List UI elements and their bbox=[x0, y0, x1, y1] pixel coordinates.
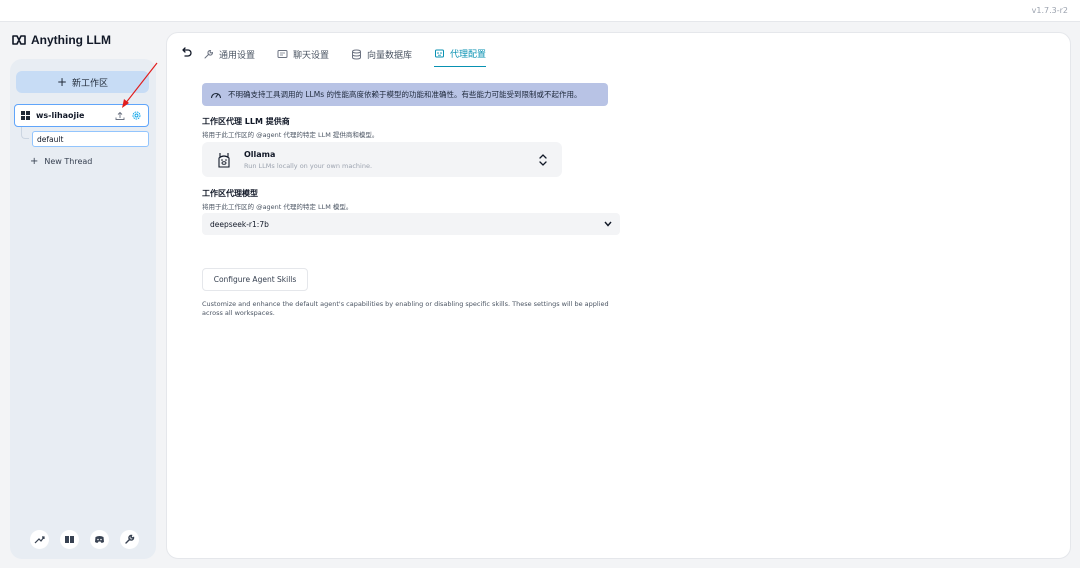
community-hub-icon[interactable] bbox=[30, 530, 49, 549]
chevron-down-icon bbox=[604, 221, 612, 227]
tab-general-settings[interactable]: 通用设置 bbox=[203, 47, 255, 67]
model-section-description: 将用于此工作区的 @agent 代理的特定 LLM 模型。 bbox=[202, 203, 353, 211]
gauge-icon bbox=[210, 92, 222, 98]
provider-section-description: 将用于此工作区的 @agent 代理的特定 LLM 提供商和模型。 bbox=[202, 131, 379, 139]
tab-label: 向量数据库 bbox=[367, 50, 413, 61]
app-logo: Anything LLM bbox=[12, 33, 111, 47]
workspace-item[interactable]: ws-lihaojie bbox=[14, 104, 149, 127]
robot-icon bbox=[435, 49, 445, 58]
tab-label: 代理配置 bbox=[450, 50, 487, 60]
new-thread-label: New Thread bbox=[44, 157, 93, 166]
chevron-up-down-icon bbox=[539, 153, 547, 166]
agent-skills-description: Customize and enhance the default agent'… bbox=[202, 300, 609, 317]
wrench-icon bbox=[204, 49, 213, 58]
configure-agent-skills-button[interactable]: Configure Agent Skills bbox=[202, 268, 308, 291]
new-thread-button[interactable]: + New Thread bbox=[30, 156, 92, 167]
new-workspace-label: 新工作区 bbox=[72, 78, 109, 89]
tab-agent-config[interactable]: 代理配置 bbox=[434, 47, 487, 67]
thread-connector bbox=[21, 127, 29, 139]
gear-icon[interactable] bbox=[131, 110, 142, 121]
agent-model-select[interactable]: deepseek-r1:7b bbox=[202, 213, 620, 235]
upload-icon[interactable] bbox=[114, 110, 125, 121]
main-panel: 通用设置 聊天设置 向量数据库 代理配置 不明确支持工具调用的 LLMs 的性能… bbox=[166, 32, 1071, 559]
provider-section-title: 工作区代理 LLM 提供商 bbox=[202, 117, 290, 126]
wrench-settings-icon[interactable] bbox=[120, 530, 139, 549]
version-label: v1.7.3-r2 bbox=[1031, 6, 1068, 15]
logo-text: Anything LLM bbox=[31, 33, 111, 47]
back-arrow-icon[interactable] bbox=[179, 45, 193, 59]
tool-calling-warning: 不明确支持工具调用的 LLMs 的性能高度依赖于模型的功能和准确性。有些能力可能… bbox=[202, 83, 608, 106]
sidebar: + 新工作区 ws-lihaojie default + New Thread bbox=[10, 59, 156, 559]
tab-label: 聊天设置 bbox=[293, 50, 330, 61]
selected-model: deepseek-r1:7b bbox=[210, 219, 269, 229]
ollama-llama-icon bbox=[218, 152, 230, 168]
plus-icon: + bbox=[30, 156, 39, 167]
workspace-grid-icon bbox=[21, 111, 30, 120]
anythingllm-logo-icon bbox=[12, 35, 26, 45]
warning-text: 不明确支持工具调用的 LLMs 的性能高度依赖于模型的功能和准确性。有些能力可能… bbox=[228, 90, 582, 99]
chat-icon bbox=[277, 49, 288, 58]
provider-description: Run LLMs locally on your own machine. bbox=[244, 161, 373, 170]
thread-item-default[interactable]: default bbox=[32, 131, 149, 147]
tab-label: 通用设置 bbox=[219, 50, 256, 61]
plus-icon: + bbox=[56, 75, 68, 89]
settings-tabs: 通用设置 聊天设置 向量数据库 代理配置 bbox=[203, 47, 487, 67]
provider-name: Ollama bbox=[244, 149, 276, 159]
top-bar: v1.7.3-r2 bbox=[0, 0, 1080, 22]
tab-chat-settings[interactable]: 聊天设置 bbox=[277, 47, 329, 67]
workspace-name: ws-lihaojie bbox=[36, 111, 85, 120]
model-section-title: 工作区代理模型 bbox=[202, 189, 258, 198]
discord-icon[interactable] bbox=[90, 530, 109, 549]
database-icon bbox=[352, 49, 362, 59]
new-workspace-button[interactable]: + 新工作区 bbox=[16, 71, 149, 93]
docs-book-icon[interactable] bbox=[60, 530, 79, 549]
llm-provider-select[interactable]: Ollama Run LLMs locally on your own mach… bbox=[202, 142, 562, 177]
sidebar-footer bbox=[30, 530, 139, 549]
tab-vector-database[interactable]: 向量数据库 bbox=[351, 47, 412, 67]
